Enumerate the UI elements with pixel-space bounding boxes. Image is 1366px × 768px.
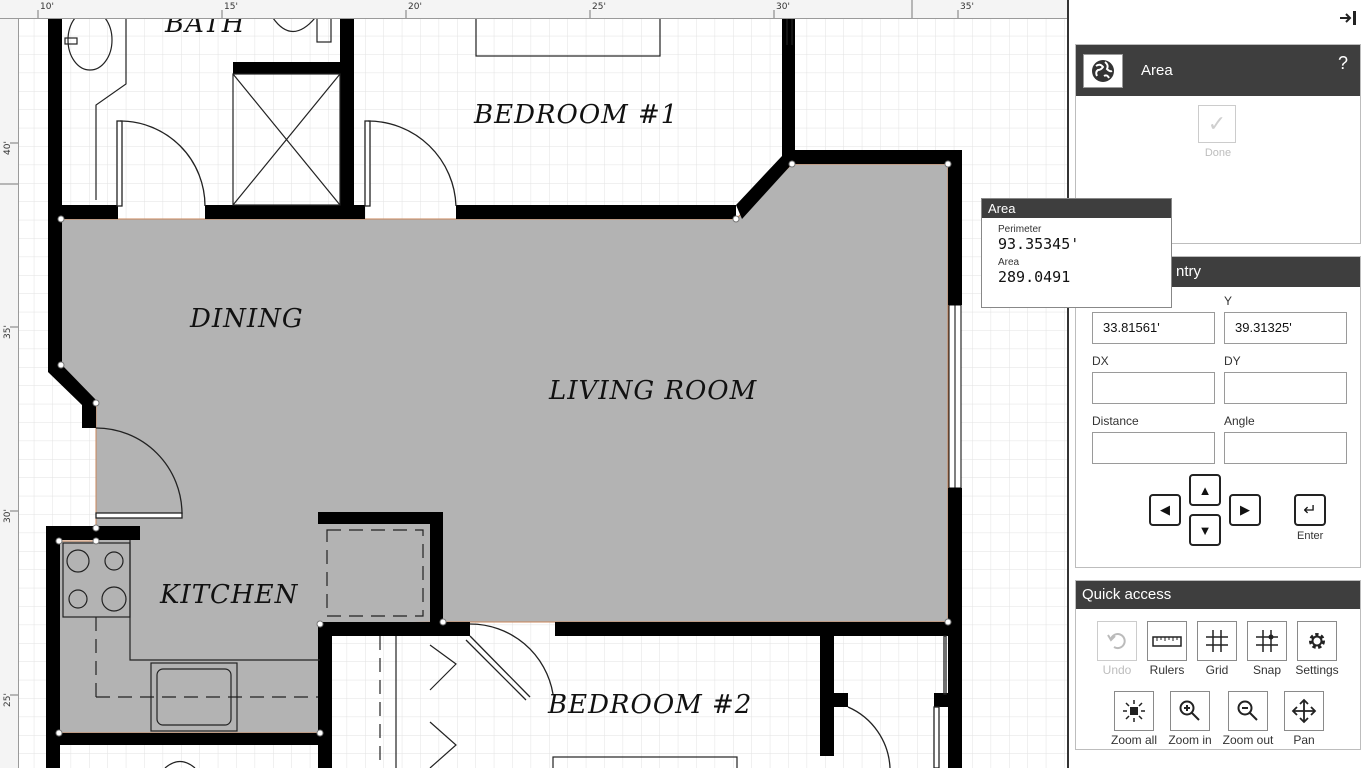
- undo-icon: [1097, 621, 1137, 661]
- area-value: 289.0491: [998, 268, 1071, 286]
- zoom-all-icon: [1114, 691, 1154, 731]
- room-label-living-room: LIVING ROOM: [548, 376, 758, 406]
- snap-icon: [1247, 621, 1287, 661]
- ruler-icon: [1147, 621, 1187, 661]
- ruler-top-label: 15': [224, 2, 238, 12]
- done-button[interactable]: ✓ Done: [1198, 105, 1238, 159]
- pan-icon: [1284, 691, 1324, 731]
- zoom-in-label: Zoom in: [1168, 733, 1212, 747]
- zoom-out-icon: [1228, 691, 1268, 731]
- pan-button[interactable]: Pan: [1271, 691, 1337, 747]
- enter-icon: ↵: [1303, 502, 1317, 519]
- area-label: Area: [998, 257, 1020, 268]
- room-label-bedroom-1: BEDROOM #1: [473, 100, 678, 130]
- quick-access-title: Quick access: [1076, 581, 1360, 609]
- angle-label: Angle: [1224, 414, 1255, 428]
- grid-icon: [1197, 621, 1237, 661]
- angle-field[interactable]: [1224, 432, 1347, 464]
- enter-button[interactable]: ↵: [1294, 494, 1326, 526]
- done-label: Done: [1204, 147, 1232, 159]
- ruler-top-label: 25': [592, 2, 606, 12]
- zoom-in-button[interactable]: Zoom in: [1157, 691, 1223, 747]
- triangle-down-icon: ▼: [1198, 522, 1212, 538]
- quick-access-panel: Quick access Undo Rulers Grid Snap Setti…: [1075, 580, 1361, 750]
- ruler-left-label: 30': [3, 509, 13, 523]
- ruler-left: 40' 35' 30' 25': [0, 0, 19, 768]
- room-label-dining: DINING: [189, 304, 304, 334]
- arrow-down-button[interactable]: ▼: [1189, 514, 1221, 546]
- ruler-top-label: 10': [40, 2, 54, 12]
- area-panel-title: Area: [1141, 62, 1173, 79]
- ruler-top-label: 35': [960, 2, 974, 12]
- area-panel-header: Area ?: [1076, 45, 1360, 96]
- ruler-top: 10' 15' 20' 25' 30' 35': [0, 0, 1067, 19]
- dx-field[interactable]: [1092, 372, 1215, 404]
- room-label-bedroom-2: BEDROOM #2: [547, 690, 752, 720]
- dy-label: DY: [1224, 354, 1241, 368]
- settings-button[interactable]: Settings: [1284, 621, 1350, 677]
- triangle-right-icon: ▶: [1240, 502, 1250, 517]
- settings-label: Settings: [1295, 663, 1339, 677]
- collapse-panel-icon[interactable]: [1337, 10, 1359, 30]
- arrow-left-button[interactable]: ◀: [1149, 494, 1181, 526]
- floor-plan[interactable]: BATH BEDROOM #1 DINING LIVING ROOM KITCH…: [0, 0, 1067, 768]
- drawing-canvas[interactable]: BATH BEDROOM #1 DINING LIVING ROOM KITCH…: [0, 0, 1067, 768]
- dy-field[interactable]: [1224, 372, 1347, 404]
- distance-field[interactable]: [1092, 432, 1215, 464]
- ruler-left-label: 25': [3, 693, 13, 707]
- triangle-left-icon: ◀: [1160, 502, 1170, 517]
- gear-icon: [1297, 621, 1337, 661]
- enter-label: Enter: [1297, 530, 1324, 542]
- room-label-kitchen: KITCHEN: [159, 580, 299, 610]
- checkmark-icon: ✓: [1198, 105, 1236, 143]
- window: [948, 304, 962, 489]
- perimeter-label: Perimeter: [998, 224, 1042, 235]
- dx-label: DX: [1092, 354, 1109, 368]
- side-panel: Area ? ✓ Done ntry Y 33.81561' 39.31325'…: [1067, 0, 1366, 768]
- ruler-left-label: 35': [3, 325, 13, 339]
- area-tooltip: Area Perimeter 93.35345' Area 289.0491: [981, 198, 1172, 308]
- tooltip-title: Area: [982, 199, 1171, 218]
- zoom-in-icon: [1170, 691, 1210, 731]
- x-field[interactable]: 33.81561': [1092, 312, 1215, 344]
- y-field[interactable]: 39.31325': [1224, 312, 1347, 344]
- globe-icon[interactable]: [1083, 53, 1123, 88]
- help-icon[interactable]: ?: [1338, 53, 1348, 74]
- perimeter-value: 93.35345': [998, 235, 1080, 253]
- ruler-top-label: 20': [408, 2, 422, 12]
- ruler-left-label: 40': [3, 141, 13, 155]
- arrow-right-button[interactable]: ▶: [1229, 494, 1261, 526]
- triangle-up-icon: ▲: [1198, 482, 1212, 498]
- arrow-up-button[interactable]: ▲: [1189, 474, 1221, 506]
- ruler-top-label: 30': [776, 2, 790, 12]
- pan-label: Pan: [1293, 733, 1315, 747]
- y-label: Y: [1224, 294, 1233, 308]
- distance-label: Distance: [1092, 414, 1139, 428]
